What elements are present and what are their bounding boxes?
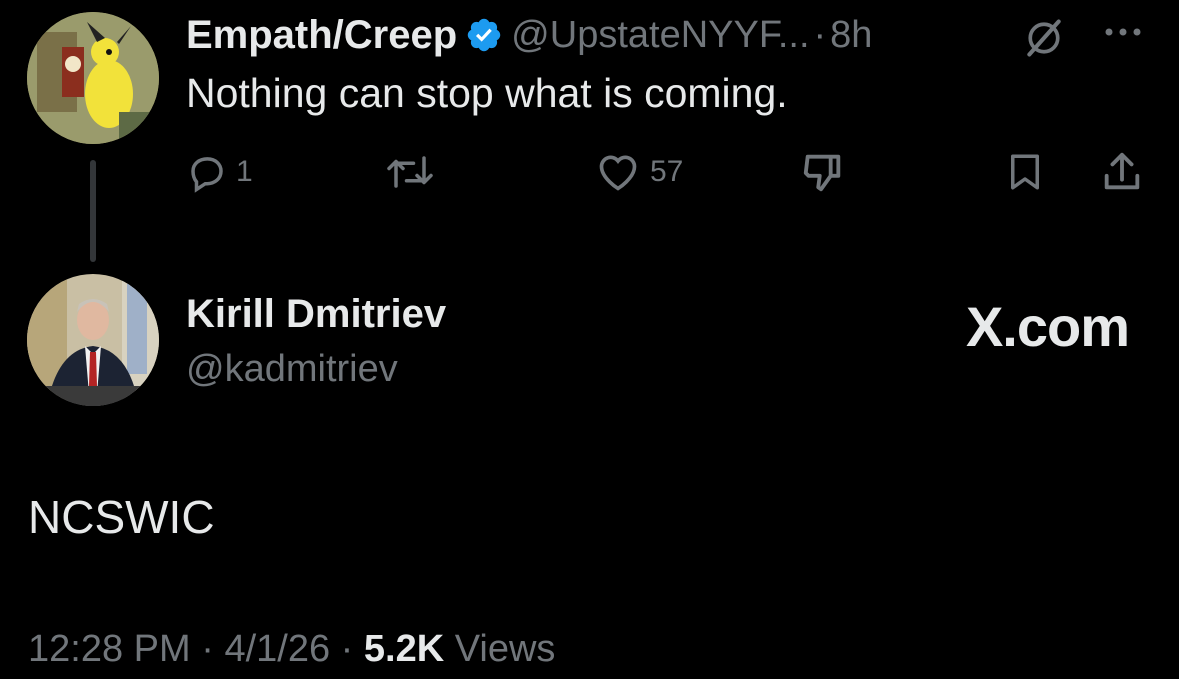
reply-author-name[interactable]: Empath/Creep — [186, 13, 457, 58]
reply-author-handle[interactable]: @UpstateNYYF... — [511, 14, 809, 57]
main-tweet-text: NCSWIC — [28, 491, 215, 543]
tweet-timestamp[interactable]: 12:28 PM — [28, 628, 191, 670]
main-author-handle[interactable]: @kadmitriev — [186, 348, 398, 391]
profile-photo-image — [27, 274, 159, 406]
reply-header: Empath/Creep @UpstateNYYF... · 8h — [186, 12, 872, 58]
reply-button[interactable]: 1 — [186, 150, 253, 194]
bookmark-button[interactable] — [1004, 150, 1046, 194]
thread-line — [90, 160, 96, 262]
retweet-button[interactable] — [385, 150, 435, 194]
reply-icon — [186, 151, 228, 193]
reply-time[interactable]: 8h — [830, 14, 872, 57]
bookmark-icon — [1004, 150, 1046, 194]
avatar-empath[interactable] — [27, 12, 159, 144]
cartoon-avatar-image — [27, 12, 159, 144]
grok-icon[interactable] — [1022, 16, 1066, 60]
separator: · — [813, 13, 827, 56]
verified-badge-icon — [465, 16, 503, 54]
views-label: Views — [454, 628, 556, 670]
tweet-metadata: 12:28 PM · 4/1/26 · 5.2K Views — [28, 628, 555, 671]
dislike-icon — [800, 149, 846, 195]
separator: · — [201, 628, 214, 670]
tweet-date[interactable]: 4/1/26 — [224, 628, 330, 670]
more-icon[interactable] — [1101, 22, 1145, 42]
share-icon — [1099, 149, 1145, 195]
like-icon — [594, 150, 642, 194]
like-count: 57 — [650, 155, 684, 188]
reply-tweet-text: Nothing can stop what is coming. — [186, 70, 788, 116]
separator: · — [340, 628, 354, 670]
main-author-name[interactable]: Kirill Dmitriev — [186, 292, 446, 337]
x-com-logo: X.com — [965, 295, 1130, 358]
views-count[interactable]: 5.2K — [364, 628, 444, 670]
share-button[interactable] — [1099, 150, 1145, 194]
dislike-button[interactable] — [800, 150, 846, 194]
reply-count: 1 — [236, 155, 253, 188]
avatar-kirill[interactable] — [27, 274, 159, 406]
like-button[interactable]: 57 — [594, 150, 683, 194]
retweet-icon — [385, 151, 435, 193]
